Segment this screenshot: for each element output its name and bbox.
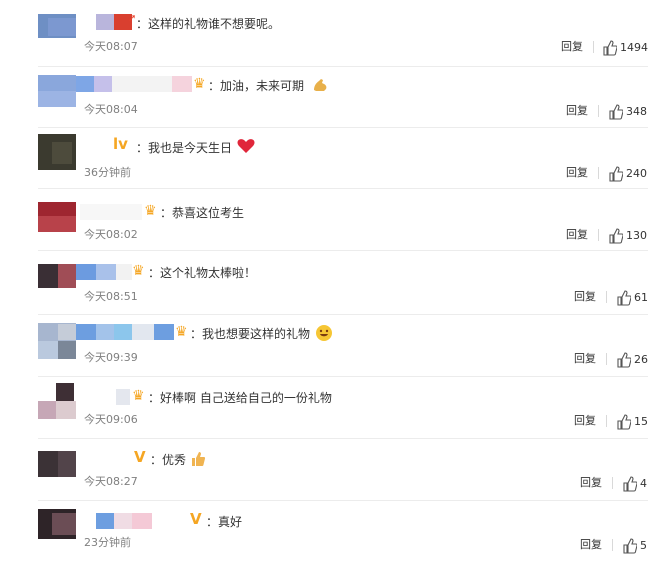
comment-text: ：优秀 — [150, 453, 187, 467]
comment-row: lv ：我也是今天生日 36分钟前 回复 240 — [0, 128, 668, 190]
divider — [606, 415, 607, 427]
crown-icon: ♛ — [144, 203, 157, 219]
comment-row: ➚ ：这样的礼物谁不想要呢。 今天08:07 回复 1494 — [0, 0, 668, 67]
username[interactable] — [80, 204, 142, 220]
reply-button[interactable]: 回复 — [561, 40, 583, 54]
comment-row: ♛ ：加油，未来可期 今天08:04 回复 348 — [0, 67, 668, 129]
level-badge-icon: lv — [113, 135, 128, 153]
comment-text: ：我也是今天生日 — [136, 141, 233, 155]
comment-text: ：加油，未来可期 — [208, 79, 305, 93]
crown-icon: ♛ — [193, 76, 206, 92]
comment-text: ：我也想要这样的礼物 — [190, 327, 311, 341]
reply-button[interactable]: 回复 — [566, 228, 588, 242]
comment-row: ♛ ：恭喜这位考生 今天08:02 回复 130 — [0, 190, 668, 252]
like-count: 4 — [640, 477, 647, 490]
divider — [593, 41, 594, 53]
like-count: 130 — [626, 229, 647, 242]
crown-icon: ♛ — [175, 324, 188, 340]
comment-time: 今天08:02 — [84, 228, 138, 241]
comment-text: ：真好 — [206, 515, 243, 529]
row-divider — [38, 250, 648, 251]
comment-time: 今天08:04 — [84, 103, 138, 116]
username[interactable] — [76, 264, 132, 280]
thumbs-up-icon — [617, 290, 631, 306]
crown-icon: ♛ — [132, 263, 145, 279]
like-count: 61 — [634, 291, 648, 304]
smile-emoji-icon — [315, 324, 333, 347]
divider — [598, 229, 599, 241]
comment-row: ♛ ：好棒啊 自己送给自己的一份礼物 今天09:06 回复 15 — [0, 377, 668, 439]
avatar[interactable] — [38, 134, 76, 170]
thumbs-up-icon — [609, 104, 623, 120]
divider — [612, 539, 613, 551]
divider — [598, 167, 599, 179]
username[interactable] — [58, 324, 174, 340]
comment-text: ：好棒啊 自己送给自己的一份礼物 — [148, 391, 332, 405]
avatar[interactable] — [38, 509, 76, 539]
username[interactable] — [96, 513, 152, 529]
reply-button[interactable]: 回复 — [574, 352, 596, 366]
thumbs-up-icon — [617, 352, 631, 368]
comment-time: 今天08:27 — [84, 475, 138, 488]
avatar[interactable] — [38, 14, 76, 38]
comment-time: 36分钟前 — [84, 166, 131, 179]
like-count: 1494 — [620, 41, 648, 54]
comment-text: ：这样的礼物谁不想要呢。 — [136, 17, 281, 31]
divider — [606, 291, 607, 303]
reply-button[interactable]: 回复 — [574, 290, 596, 304]
username[interactable] — [116, 389, 130, 405]
username[interactable] — [96, 14, 132, 30]
avatar[interactable] — [38, 75, 76, 107]
like-count: 26 — [634, 353, 648, 366]
avatar[interactable] — [38, 264, 76, 288]
comment-time: 今天08:51 — [84, 290, 138, 303]
comment-list: ➚ ：这样的礼物谁不想要呢。 今天08:07 回复 1494 ♛ ：加油，未来可… — [0, 0, 668, 564]
comment-time: 今天09:06 — [84, 413, 138, 426]
avatar[interactable] — [38, 451, 76, 477]
crown-icon: ♛ — [132, 388, 145, 404]
thumbs-up-icon — [603, 40, 617, 56]
comment-row: ♛ ：我也想要这样的礼物 今天09:39 回复 26 — [0, 315, 668, 377]
thumbs-up-icon — [609, 166, 623, 182]
comment-time: 23分钟前 — [84, 536, 131, 549]
reply-button[interactable]: 回复 — [580, 538, 602, 552]
username[interactable] — [76, 76, 192, 92]
comment-text: ：这个礼物太棒啦！ — [148, 266, 257, 280]
v-badge-icon: V — [190, 510, 202, 528]
divider — [612, 477, 613, 489]
avatar[interactable] — [38, 202, 76, 232]
like-count: 15 — [634, 415, 648, 428]
like-count: 5 — [640, 539, 647, 552]
row-divider — [38, 188, 648, 189]
divider — [598, 105, 599, 117]
like-count: 240 — [626, 167, 647, 180]
thumbs-up-icon — [623, 476, 637, 492]
reply-button[interactable]: 回复 — [566, 166, 588, 180]
thumbs-up-icon — [617, 414, 631, 430]
muscle-emoji-icon — [311, 76, 329, 99]
comment-row: V ：优秀 今天08:27 回复 4 — [0, 439, 668, 501]
reply-button[interactable]: 回复 — [566, 104, 588, 118]
thumbs-up-emoji-icon — [190, 450, 206, 473]
comment-time: 今天08:07 — [84, 40, 138, 53]
comment-time: 今天09:39 — [84, 351, 138, 364]
like-count: 348 — [626, 105, 647, 118]
thumbs-up-icon — [609, 228, 623, 244]
heart-icon — [237, 138, 255, 159]
v-badge-icon: V — [134, 448, 146, 466]
thumbs-up-icon — [623, 538, 637, 554]
divider — [606, 353, 607, 365]
comment-text: ：恭喜这位考生 — [160, 206, 245, 220]
username[interactable] — [80, 451, 130, 467]
comment-row: ♛ ：这个礼物太棒啦！ 今天08:51 回复 61 — [0, 252, 668, 315]
comment-row: V ：真好 23分钟前 回复 5 — [0, 501, 668, 563]
username[interactable] — [80, 138, 110, 154]
reply-button[interactable]: 回复 — [574, 414, 596, 428]
reply-button[interactable]: 回复 — [580, 476, 602, 490]
avatar[interactable] — [38, 381, 76, 419]
